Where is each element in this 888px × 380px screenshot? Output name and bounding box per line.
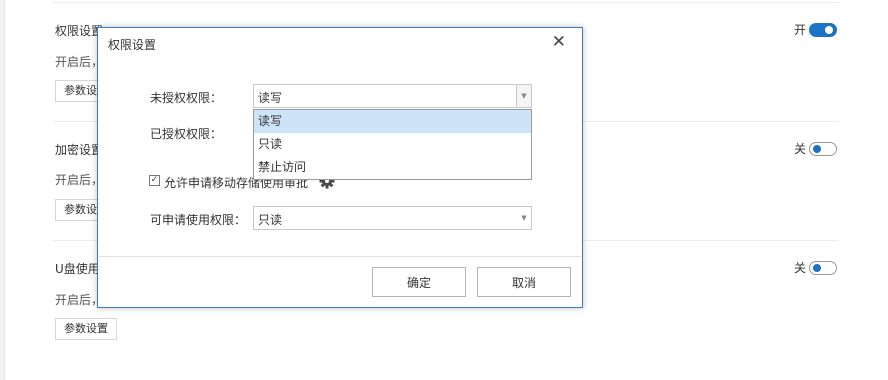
param-settings-button-usb[interactable]: 参数设置 (55, 318, 117, 340)
authorized-permission-label: 已授权权限： (150, 127, 223, 141)
section-desc-usb: 开启后， (55, 293, 104, 307)
allow-apply-checkbox[interactable]: ✓ (149, 175, 160, 186)
cancel-button[interactable]: 取消 (477, 267, 571, 297)
toggle-knob (813, 263, 821, 272)
ok-button[interactable]: 确定 (372, 267, 466, 297)
select-value: 读写 (258, 91, 283, 105)
chevron-down-icon[interactable]: ▼ (516, 85, 531, 107)
apply-permission-select[interactable]: 只读 ▼ (253, 206, 532, 230)
toggle-knob (813, 144, 821, 153)
divider (53, 2, 839, 3)
dropdown-option-read-write[interactable]: 读写 (254, 110, 531, 133)
toggle-knob (825, 25, 833, 34)
close-icon[interactable]: ✕ (552, 33, 566, 51)
dropdown-option-read-only[interactable]: 只读 (254, 133, 531, 156)
dialog-title: 权限设置 (108, 38, 157, 52)
toggle-label: 关 (793, 261, 806, 275)
toggle-switch[interactable] (809, 260, 837, 275)
toggle-encryption[interactable]: 关 (794, 140, 837, 157)
toggle-switch[interactable] (809, 141, 837, 156)
chevron-down-icon[interactable]: ▼ (517, 207, 531, 229)
toggle-switch[interactable] (809, 22, 837, 37)
toggle-permission[interactable]: 开 (794, 21, 837, 38)
select-value: 只读 (258, 213, 283, 227)
unauthorized-permission-select[interactable]: 读写 ▼ (253, 84, 532, 108)
permission-dropdown-list: 读写 只读 禁止访问 (253, 109, 532, 180)
section-title-permission: 权限设置 (55, 24, 104, 38)
section-title-usb: U盘使用 (55, 262, 100, 276)
section-title-encryption: 加密设置 (55, 143, 104, 157)
apply-permission-label: 可申请使用权限： (150, 213, 247, 227)
section-desc-encryption: 开启后， (55, 173, 104, 187)
unauthorized-permission-label: 未授权权限： (150, 91, 223, 105)
toggle-label: 关 (793, 142, 806, 156)
toggle-label: 开 (793, 23, 806, 37)
toggle-usb[interactable]: 关 (794, 259, 837, 276)
permission-settings-dialog: 权限设置 ✕ 未授权权限： 读写 ▼ 已授权权限： ✓ 允许申请移动存储使用审批… (97, 27, 583, 308)
dropdown-option-no-access[interactable]: 禁止访问 (254, 156, 531, 179)
dialog-footer-divider (98, 256, 582, 257)
section-desc-permission: 开启后， (55, 55, 104, 69)
